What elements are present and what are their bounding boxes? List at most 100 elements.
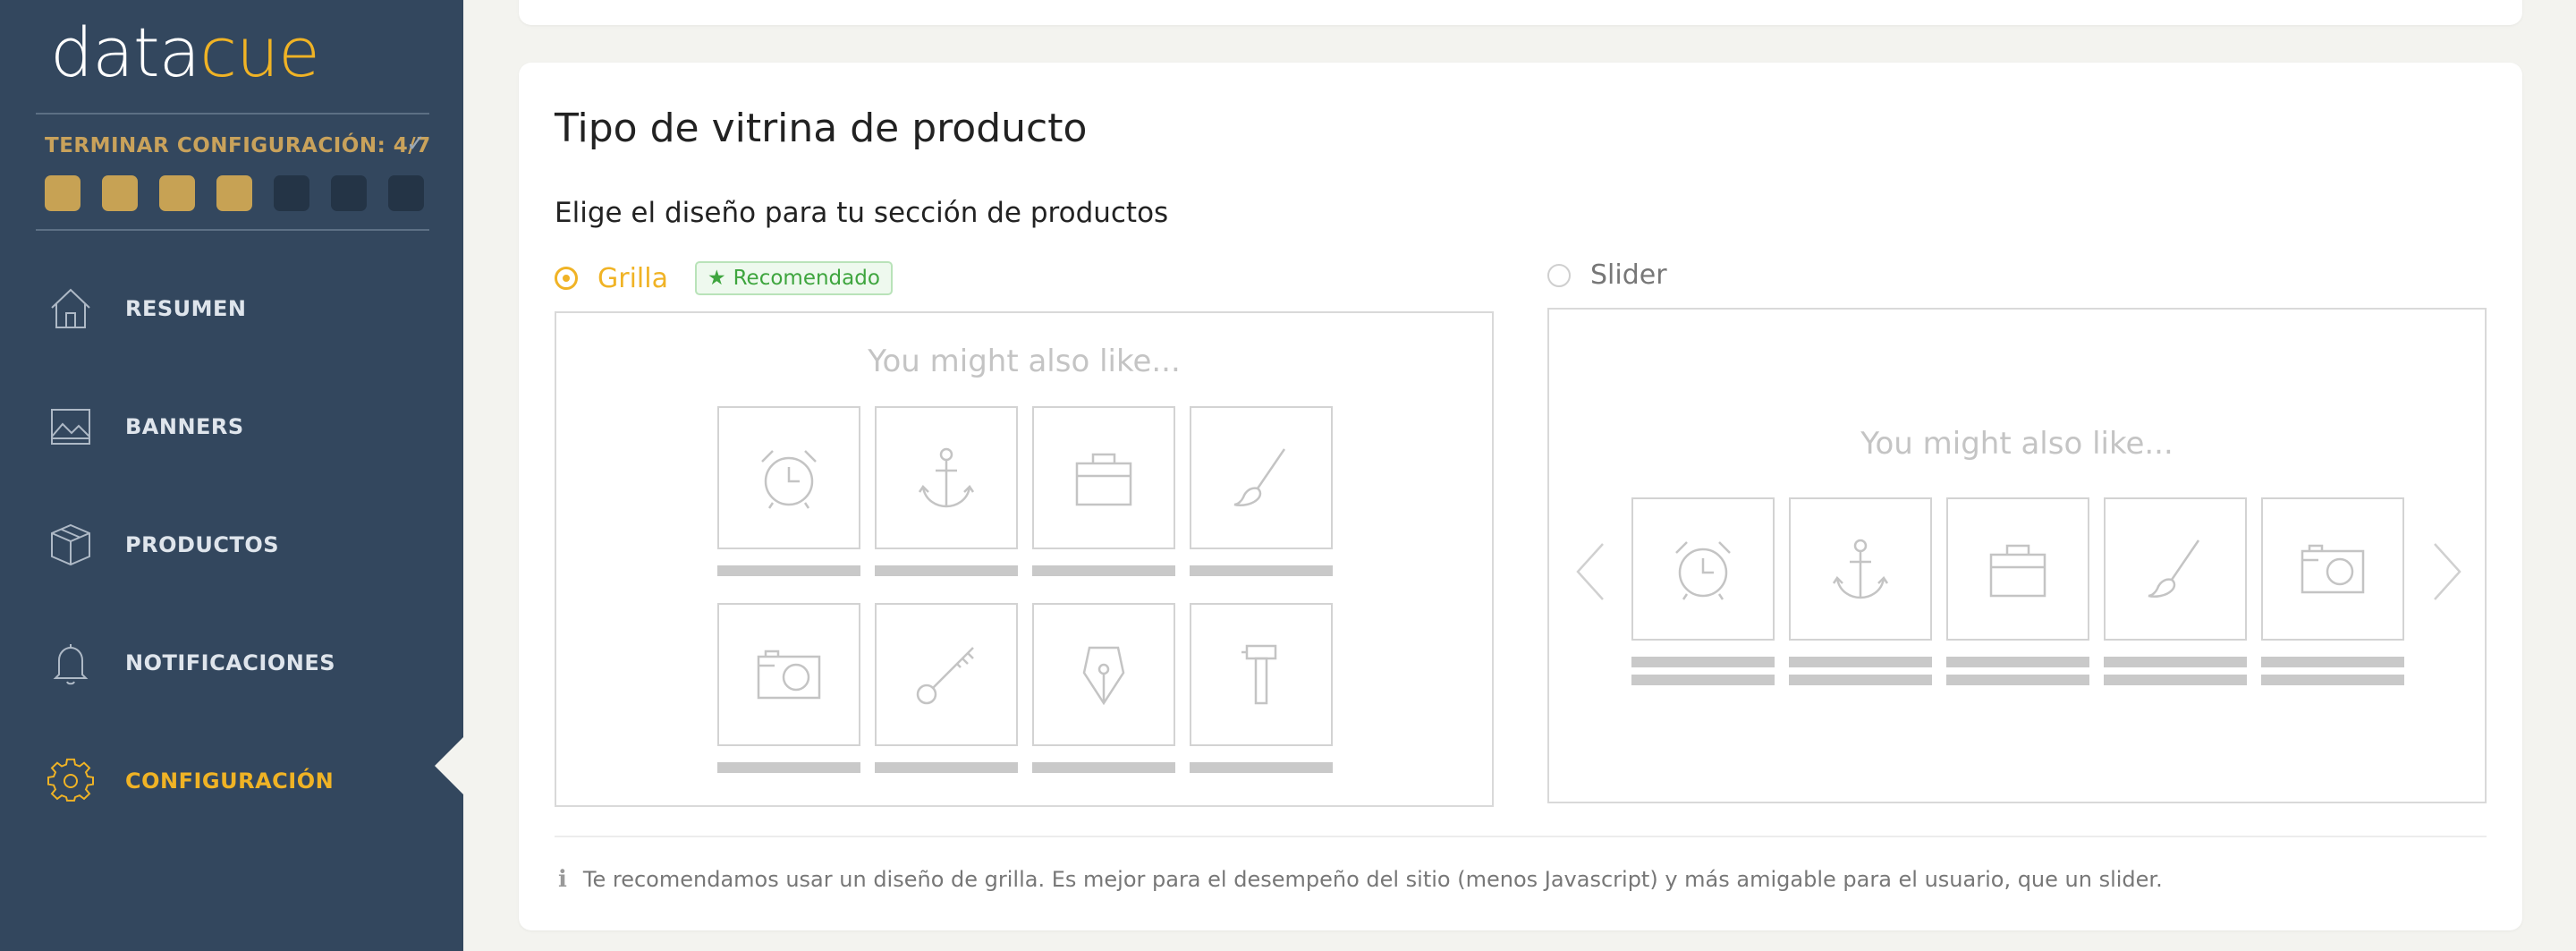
grid-preview-heading: You might also like... <box>868 344 1181 379</box>
product-tile <box>1032 603 1175 746</box>
info-text: Te recomendamos usar un diseño de grilla… <box>582 867 2163 892</box>
anchor-icon <box>918 447 975 508</box>
logo-text-data: data <box>50 13 200 92</box>
product-tile <box>717 603 860 746</box>
product-tile <box>1032 406 1175 549</box>
product-tile <box>875 406 1018 549</box>
product-tile <box>875 603 1018 746</box>
product-tile <box>717 406 860 549</box>
chevron-right-icon <box>2434 543 2462 600</box>
product-title-placeholder <box>1190 565 1333 576</box>
key-icon <box>916 647 974 705</box>
badge-label: Recomendado <box>733 267 880 290</box>
nav-item-configuracion[interactable]: CONFIGURACIÓN <box>0 741 463 821</box>
product-title-placeholder <box>1946 657 2089 667</box>
setup-step[interactable] <box>331 175 367 211</box>
product-title-placeholder <box>717 565 860 576</box>
anchor-icon <box>1832 539 1889 599</box>
image-icon <box>51 409 90 445</box>
brush-icon <box>1233 448 1286 506</box>
setup-step[interactable] <box>102 175 138 211</box>
product-title-placeholder <box>1190 762 1333 773</box>
briefcase-icon <box>1989 544 2046 598</box>
product-title-placeholder <box>2261 657 2404 667</box>
setup-step[interactable] <box>388 175 424 211</box>
previous-card <box>519 0 2522 25</box>
product-tile <box>1789 497 1932 641</box>
logo-text-cue: cue <box>199 13 320 92</box>
product-title-placeholder <box>875 762 1018 773</box>
slider-label[interactable]: Slider <box>1590 259 1667 291</box>
gear-icon <box>47 758 94 802</box>
product-price-placeholder <box>1631 675 1775 685</box>
sidebar-divider <box>36 113 429 115</box>
nav-label: RESUMEN <box>125 296 247 321</box>
product-title-placeholder <box>1032 762 1175 773</box>
product-title-placeholder <box>1789 657 1932 667</box>
slider-preview[interactable]: You might also like... <box>1547 308 2487 803</box>
card-divider <box>555 836 2487 837</box>
setup-step[interactable] <box>45 175 80 211</box>
sidebar-divider <box>36 229 429 231</box>
home-icon <box>51 288 90 328</box>
nav-label: PRODUCTOS <box>125 532 280 557</box>
showcase-type-card: Tipo de vitrina de producto Elige el dis… <box>519 63 2522 930</box>
nav-label: NOTIFICACIONES <box>125 650 336 675</box>
hammer-icon <box>1241 644 1277 705</box>
product-title-placeholder <box>717 762 860 773</box>
setup-steps <box>45 175 424 211</box>
product-tile <box>1190 406 1333 549</box>
setup-step[interactable] <box>159 175 195 211</box>
nav-item-banners[interactable]: BANNERS <box>0 386 463 467</box>
slider-radio[interactable] <box>1547 263 1571 287</box>
box-icon <box>51 523 90 566</box>
product-tile <box>1190 603 1333 746</box>
check-icon: ✓ <box>406 131 426 157</box>
product-title-placeholder <box>1032 565 1175 576</box>
pen-nib-icon <box>1082 646 1125 706</box>
nav-item-notificaciones[interactable]: NOTIFICACIONES <box>0 623 463 703</box>
product-price-placeholder <box>2261 675 2404 685</box>
setup-label-text: TERMINAR CONFIGURACIÓN: <box>45 134 386 157</box>
product-title-placeholder <box>875 565 1018 576</box>
recommended-badge: ★ Recomendado <box>694 261 893 295</box>
product-tile <box>2261 497 2404 641</box>
briefcase-icon <box>1075 453 1132 506</box>
active-nav-pointer <box>435 737 463 794</box>
section-title: Tipo de vitrina de producto <box>555 106 1088 151</box>
nav-label: CONFIGURACIÓN <box>125 768 335 794</box>
product-title-placeholder <box>2104 657 2247 667</box>
brush-icon <box>2148 539 2200 598</box>
info-icon: ℹ <box>558 866 567 893</box>
sidebar: datacue TERMINAR CONFIGURACIÓN: 4/7 ✓ RE… <box>0 0 463 951</box>
product-tile <box>1631 497 1775 641</box>
nav-item-productos[interactable]: PRODUCTOS <box>0 505 463 585</box>
product-price-placeholder <box>2104 675 2247 685</box>
nav-label: BANNERS <box>125 414 244 439</box>
slider-preview-heading: You might also like... <box>1860 426 2174 462</box>
slider-option[interactable]: Slider <box>1547 259 1667 291</box>
product-price-placeholder <box>1789 675 1932 685</box>
product-tile <box>2104 497 2247 641</box>
camera-icon <box>757 650 821 700</box>
setup-step[interactable] <box>274 175 309 211</box>
product-tile <box>1946 497 2089 641</box>
grid-radio[interactable] <box>555 267 578 290</box>
datacue-logo[interactable]: datacue <box>50 13 320 93</box>
grid-preview[interactable]: You might also like... <box>555 311 1494 807</box>
section-subtitle: Elige el diseño para tu sección de produ… <box>555 197 1169 229</box>
bell-icon <box>53 644 89 685</box>
setup-progress-label[interactable]: TERMINAR CONFIGURACIÓN: 4/7 <box>45 134 431 157</box>
product-price-placeholder <box>1946 675 2089 685</box>
grid-label[interactable]: Grilla <box>597 263 668 294</box>
alarm-clock-icon <box>761 450 817 509</box>
product-title-placeholder <box>1631 657 1775 667</box>
setup-step[interactable] <box>216 175 252 211</box>
alarm-clock-icon <box>1675 541 1731 600</box>
camera-icon <box>2301 544 2365 594</box>
nav-item-resumen[interactable]: RESUMEN <box>0 268 463 349</box>
info-note: ℹ Te recomendamos usar un diseño de gril… <box>558 866 2163 893</box>
chevron-left-icon <box>1576 543 1604 600</box>
star-icon: ★ <box>707 267 726 290</box>
grid-option[interactable]: Grilla ★ Recomendado <box>555 261 893 295</box>
